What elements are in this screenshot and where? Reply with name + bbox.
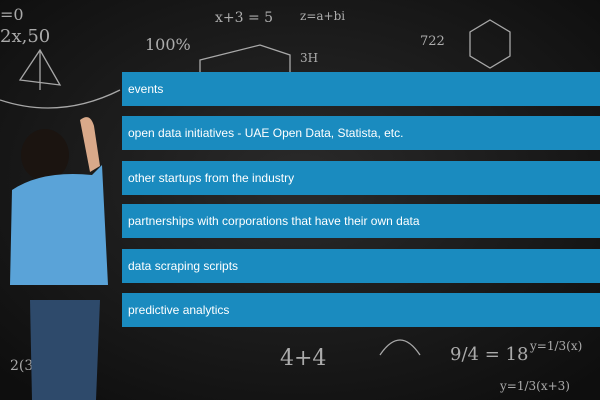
svg-text:=0: =0 <box>0 5 24 24</box>
list-item-partnerships: partnerships with corporations that have… <box>122 204 600 238</box>
svg-text:y=1/3(x): y=1/3(x) <box>529 339 582 353</box>
svg-text:x+3 = 5: x+3 = 5 <box>215 10 273 26</box>
svg-text:100%: 100% <box>145 35 191 54</box>
list-item-events: events <box>122 72 600 106</box>
svg-text:y=1/3(x+3): y=1/3(x+3) <box>499 379 570 393</box>
svg-text:z=a+bi: z=a+bi <box>300 9 345 23</box>
svg-text:9/4 = 18: 9/4 = 18 <box>450 344 528 365</box>
list-item-open-data: open data initiatives - UAE Open Data, S… <box>122 116 600 150</box>
list-item-scraping: data scraping scripts <box>122 249 600 283</box>
svg-text:3H: 3H <box>300 51 318 65</box>
list-item-startups: other startups from the industry <box>122 161 600 195</box>
list-item-predictive: predictive analytics <box>122 293 600 327</box>
svg-text:2x,50: 2x,50 <box>0 26 50 47</box>
svg-text:4+4: 4+4 <box>280 346 326 371</box>
chalkboard-background-image: =0 2x,50 100% x+3 = 5 z=a+bi 722 3H 2(3y… <box>0 0 600 400</box>
svg-text:722: 722 <box>420 34 445 49</box>
